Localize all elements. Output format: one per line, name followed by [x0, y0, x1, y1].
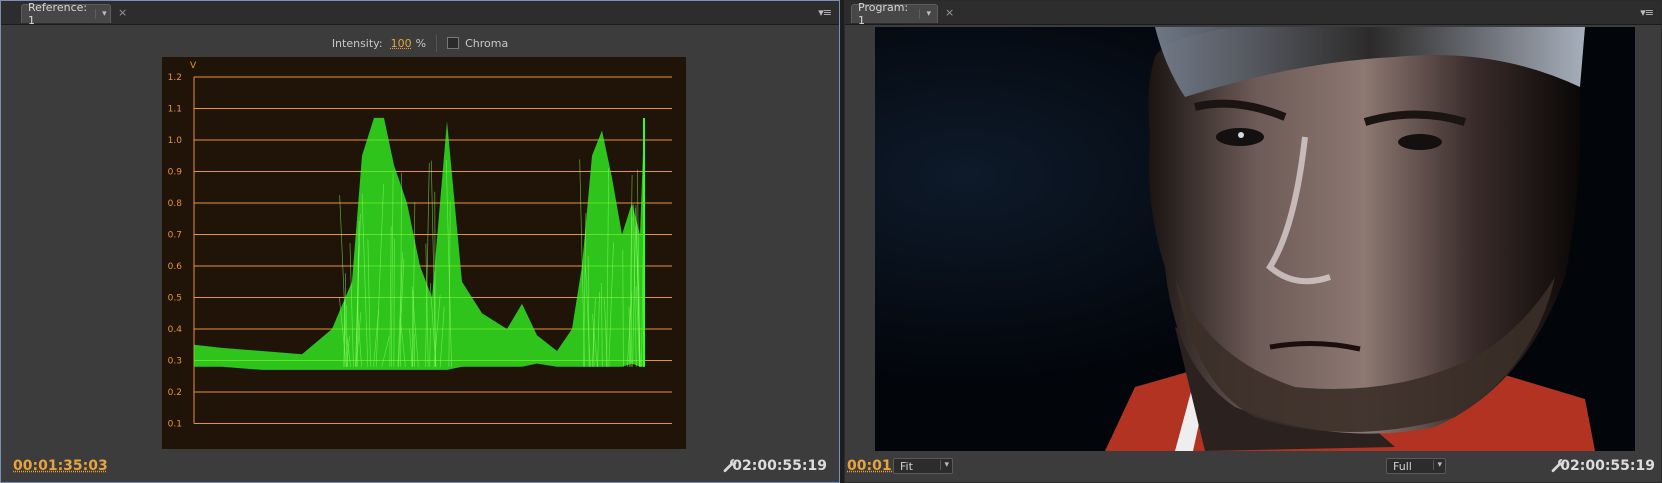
tab-program[interactable]: Program: 1 ▾ — [851, 4, 938, 23]
program-tab-bar: Program: 1 ▾ × ▾≡ — [845, 1, 1661, 25]
program-duration-timecode: 02:00:55:19 — [1560, 458, 1655, 474]
reference-tab-close-icon[interactable]: × — [118, 6, 127, 19]
chevron-down-icon: ▾ — [1433, 460, 1442, 470]
playback-resolution-select[interactable]: Full ▾ — [1386, 458, 1446, 474]
scope-tick-label: 0.4 — [168, 325, 183, 335]
playback-resolution-value: Full — [1393, 460, 1412, 473]
intensity-label: Intensity: — [332, 37, 383, 50]
tab-reference[interactable]: Reference: 1 ▾ — [21, 4, 111, 23]
reference-tab-label: Reference: 1 — [28, 1, 87, 27]
zoom-level-value: Fit — [900, 460, 913, 473]
reference-current-timecode[interactable]: 00:01:35:03 — [13, 458, 108, 474]
scope-tick-label: 1.1 — [168, 105, 182, 115]
program-bottom-bar: 00:01:35:03 Fit ▾ Full ▾ 02:00:55:19 — [845, 452, 1661, 482]
program-monitor-panel: Program: 1 ▾ × ▾≡ Fit ▾ Full ▾ 02:00:55:… — [844, 0, 1662, 483]
scope-tick-label: 0.8 — [168, 199, 183, 209]
reference-tab-dropdown-icon[interactable]: ▾ — [95, 9, 107, 19]
program-tab-dropdown-icon[interactable]: ▾ — [919, 9, 931, 19]
reference-monitor-panel: Reference: 1 ▾ × ▾≡ Intensity: 100 % Chr… — [0, 0, 840, 483]
scope-tick-label: 0.1 — [168, 420, 182, 430]
scope-tick-label: 0.7 — [168, 231, 182, 241]
waveform-scope: V 1.2 1.1 1.0 0.9 0.8 0.7 0.6 0.5 0.4 0.3 0.2 0.1 — [162, 57, 686, 449]
zoom-level-select[interactable]: Fit ▾ — [893, 458, 953, 474]
program-tab-close-icon[interactable]: × — [945, 6, 954, 19]
program-tab-label: Program: 1 — [858, 1, 911, 27]
program-panel-menu-icon[interactable]: ▾≡ — [1640, 6, 1653, 19]
waveform-display: V 1.2 1.1 1.0 0.9 0.8 0.7 0.6 0.5 0.4 0.3 0.2 0.1 — [162, 57, 686, 449]
scope-tick-label: 0.3 — [168, 357, 182, 367]
intensity-unit: % — [416, 37, 426, 50]
reference-tab-bar: Reference: 1 ▾ × ▾≡ — [1, 1, 839, 25]
scope-tick-label: 0.6 — [168, 262, 183, 272]
chroma-checkbox[interactable] — [447, 37, 459, 49]
chevron-down-icon: ▾ — [940, 460, 949, 470]
scope-tick-label: 1.2 — [168, 73, 182, 83]
waveform-trace — [194, 118, 644, 370]
scope-toolbar: Intensity: 100 % Chroma — [1, 33, 839, 53]
scope-tick-label: 0.5 — [168, 294, 182, 304]
chroma-label: Chroma — [465, 37, 508, 50]
scope-tick-label: 0.2 — [168, 388, 182, 398]
scope-tick-label: 1.0 — [168, 136, 183, 146]
reference-panel-menu-icon[interactable]: ▾≡ — [818, 6, 831, 19]
reference-duration-timecode: 02:00:55:19 — [732, 458, 827, 474]
program-video-frame[interactable] — [875, 27, 1635, 451]
toolbar-divider — [436, 34, 437, 52]
scope-tick-label: 0.9 — [168, 168, 183, 178]
intensity-value[interactable]: 100 — [391, 37, 412, 50]
scope-axis-unit: V — [190, 61, 197, 71]
reference-bottom-bar: 00:01:35:03 02:00:55:19 — [1, 452, 839, 482]
portrait-image — [875, 27, 1635, 451]
